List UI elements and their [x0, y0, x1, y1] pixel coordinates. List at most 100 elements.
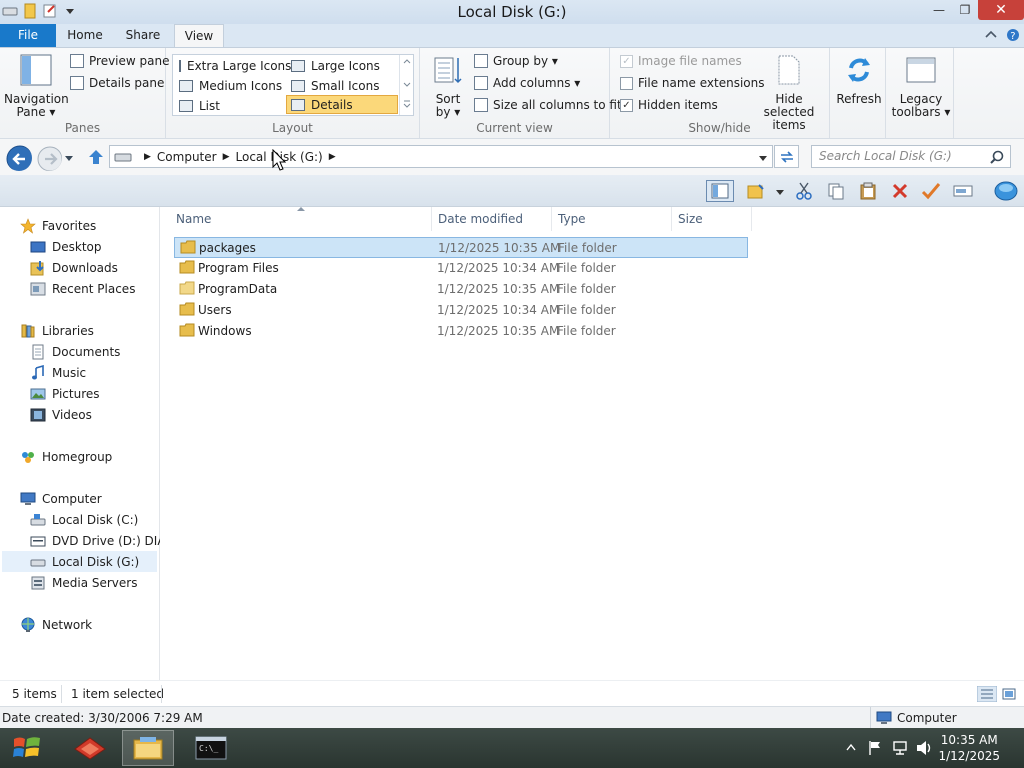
properties-icon[interactable] — [992, 180, 1020, 202]
preview-pane-button[interactable]: Preview pane — [70, 54, 169, 68]
legacy-toolbar — [0, 175, 1024, 207]
column-type[interactable]: Type — [552, 207, 672, 231]
nav-downloads[interactable]: Downloads — [30, 257, 118, 278]
maximize-button[interactable]: ❐ — [952, 0, 978, 20]
address-refresh-button[interactable] — [774, 145, 799, 168]
taskbar-file-explorer[interactable] — [122, 730, 174, 766]
search-input[interactable]: Search Local Disk (G:) — [811, 145, 1011, 168]
address-dropdown-icon[interactable] — [758, 153, 768, 163]
back-icon[interactable] — [6, 145, 32, 171]
tab-home[interactable]: Home — [62, 24, 108, 47]
tab-view[interactable]: View — [174, 24, 224, 47]
paste-icon[interactable] — [857, 180, 879, 202]
group-by-button[interactable]: Group by ▾ — [474, 54, 558, 68]
nav-downloads-label: Downloads — [52, 260, 118, 275]
nav-desktop[interactable]: Desktop — [30, 236, 102, 257]
nav-media-servers-label: Media Servers — [52, 575, 138, 590]
nav-music[interactable]: Music — [30, 362, 86, 383]
breadcrumb-separator[interactable]: ▶ — [144, 152, 151, 162]
nav-recent-places[interactable]: Recent Places — [30, 278, 135, 299]
nav-documents[interactable]: Documents — [30, 341, 120, 362]
network-status-icon[interactable] — [892, 740, 908, 756]
group-panes: Navigation Pane ▾ Preview pane Details p… — [0, 48, 169, 138]
nav-dvd-drive-d[interactable]: DVD Drive (D:) DIATI — [30, 530, 176, 551]
layout-list[interactable]: List — [175, 96, 285, 115]
column-name[interactable]: Name — [170, 207, 432, 231]
size-all-columns-button[interactable]: Size all columns to fit — [474, 98, 622, 112]
media-servers-icon — [31, 576, 45, 589]
volume-icon[interactable] — [916, 740, 934, 756]
tab-share[interactable]: Share — [120, 24, 166, 47]
recent-locations-icon[interactable] — [64, 153, 74, 163]
layout-large-icons[interactable]: Large Icons — [287, 56, 397, 75]
taskbar-app-red-icon[interactable] — [66, 730, 114, 766]
large-icons-view-icon[interactable] — [1001, 686, 1017, 702]
help-icon[interactable]: ? — [1006, 28, 1020, 42]
taskbar-command-prompt[interactable]: C:\_ — [186, 730, 236, 766]
layout-extra-large-icons[interactable]: Extra Large Icons — [175, 56, 291, 75]
details-pane-button[interactable]: Details pane — [70, 76, 164, 90]
layout-small-icons[interactable]: Small Icons — [287, 76, 397, 95]
details-view-icon[interactable] — [977, 686, 997, 702]
minimize-button[interactable]: — — [926, 0, 952, 20]
nav-pictures[interactable]: Pictures — [30, 383, 100, 404]
details-icon — [291, 98, 305, 111]
table-row[interactable]: Program Files 1/12/2025 10:34 AM File fo… — [174, 258, 748, 279]
nav-libraries[interactable]: Libraries — [20, 320, 94, 341]
action-center-flag-icon[interactable] — [868, 740, 882, 756]
search-icon[interactable] — [990, 150, 1004, 164]
nav-network-label: Network — [42, 617, 93, 632]
nav-videos[interactable]: Videos — [30, 404, 92, 425]
sort-by-button[interactable]: Sort by ▾ — [428, 54, 468, 119]
copy-icon[interactable] — [825, 180, 847, 202]
table-row[interactable]: Users 1/12/2025 10:34 AM File folder — [174, 300, 748, 321]
close-button[interactable]: ✕ — [978, 0, 1024, 20]
show-hidden-icons-icon[interactable] — [846, 743, 856, 751]
column-size[interactable]: Size — [672, 207, 752, 231]
nav-local-disk-c[interactable]: Local Disk (C:) — [30, 509, 138, 530]
nav-dvd-drive-d-label: DVD Drive (D:) DIATI — [52, 533, 176, 548]
checkmark-icon[interactable] — [920, 180, 942, 202]
column-date-modified[interactable]: Date modified — [432, 207, 552, 231]
image-file-names-checkbox[interactable]: ✓ Image file names — [620, 54, 742, 68]
layout-medium-icons[interactable]: Medium Icons — [175, 76, 285, 95]
table-row[interactable]: Windows 1/12/2025 10:35 AM File folder — [174, 321, 748, 342]
table-row[interactable]: ProgramData 1/12/2025 10:35 AM File fold… — [174, 279, 748, 300]
add-columns-button[interactable]: Add columns ▾ — [474, 76, 580, 90]
up-icon[interactable] — [87, 148, 105, 166]
cut-icon[interactable] — [793, 180, 815, 202]
folder-icon — [180, 240, 196, 254]
start-button[interactable] — [4, 730, 50, 766]
hidden-items-checkbox[interactable]: ✓ Hidden items — [620, 98, 718, 112]
file-name: Users — [198, 303, 232, 317]
nav-homegroup[interactable]: Homegroup — [20, 446, 112, 467]
file-list: Name Date modified Type Size packages 1/… — [160, 207, 1024, 680]
nav-local-disk-g[interactable]: Local Disk (G:) — [2, 551, 157, 572]
delete-icon[interactable] — [889, 180, 911, 202]
breadcrumb-computer[interactable]: Computer — [157, 150, 217, 164]
large-icons-icon — [291, 59, 305, 72]
rename-icon[interactable] — [952, 180, 974, 202]
nav-media-servers[interactable]: Media Servers — [30, 572, 137, 593]
layout-gallery-scroll[interactable] — [399, 55, 413, 115]
file-name: packages — [199, 241, 256, 255]
address-bar[interactable]: ▶ Computer ▶ Local Disk (G:) ▶ — [109, 145, 773, 168]
folder-options-icon[interactable] — [745, 180, 767, 202]
layout-details[interactable]: Details — [286, 95, 398, 114]
navigation-pane-button[interactable]: Navigation Pane ▾ — [4, 54, 69, 119]
minimize-ribbon-icon[interactable] — [984, 28, 998, 42]
layout-pane-icon[interactable] — [706, 180, 734, 202]
tab-file[interactable]: File — [0, 24, 56, 47]
forward-icon[interactable] — [36, 145, 62, 171]
table-row[interactable]: packages 1/12/2025 10:35 AM File folder — [174, 237, 748, 258]
nav-computer[interactable]: Computer — [20, 488, 102, 509]
file-name-extensions-checkbox[interactable]: File name extensions — [620, 76, 765, 90]
breadcrumb-separator[interactable]: ▶ — [223, 152, 230, 162]
nav-network[interactable]: Network — [20, 614, 92, 635]
system-clock[interactable]: 10:35 AM 1/12/2025 — [938, 732, 1000, 764]
nav-favorites[interactable]: Favorites — [20, 215, 96, 236]
legacy-toolbars-button[interactable]: Legacy toolbars ▾ — [890, 54, 952, 119]
breadcrumb-separator[interactable]: ▶ — [329, 152, 336, 162]
refresh-button[interactable]: Refresh — [834, 54, 884, 106]
dropdown-arrow-icon[interactable] — [776, 188, 784, 196]
